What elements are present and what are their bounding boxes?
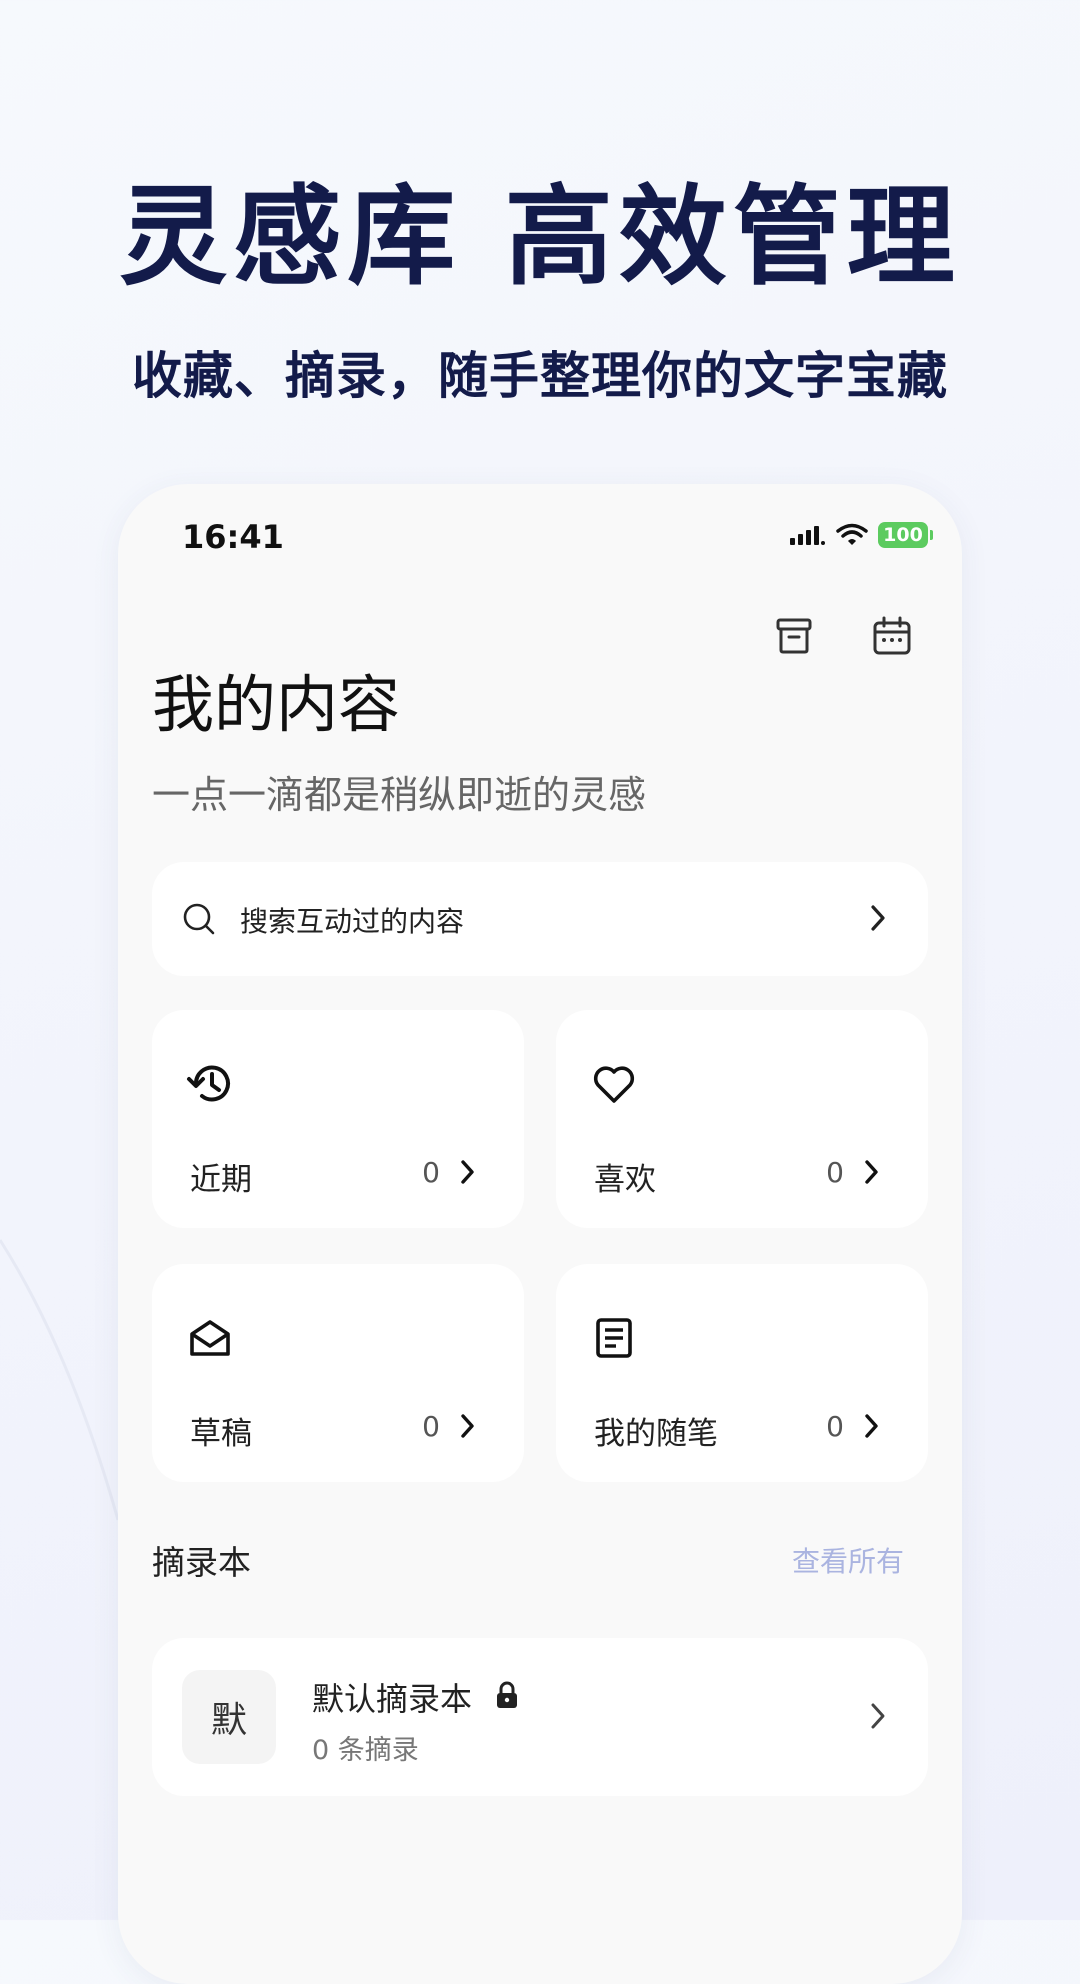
card-label: 我的随笔 xyxy=(594,1416,718,1452)
promo-subheadline: 收藏、摘录，随手整理你的文字宝藏 xyxy=(132,346,948,405)
page-subtitle: 一点一滴都是稍纵即逝的灵感 xyxy=(152,773,647,817)
card-count: 0 xyxy=(826,1410,844,1443)
archive-icon[interactable] xyxy=(772,614,816,658)
notebook-item[interactable]: 默 默认摘录本 0 条摘录 xyxy=(152,1638,928,1796)
chevron-right-icon xyxy=(865,1160,878,1184)
wifi-icon xyxy=(836,523,868,545)
excerpts-section-title: 摘录本 xyxy=(152,1543,251,1582)
card-label: 喜欢 xyxy=(594,1162,656,1198)
calendar-icon[interactable] xyxy=(870,614,914,658)
note-icon xyxy=(596,1318,632,1358)
card-label: 草稿 xyxy=(190,1416,252,1452)
card-favorites[interactable]: 喜欢 0 xyxy=(556,1010,928,1228)
search-icon xyxy=(183,903,215,935)
chevron-right-icon xyxy=(461,1414,474,1438)
card-drafts[interactable]: 草稿 0 xyxy=(152,1264,524,1482)
card-recent[interactable]: 近期 0 xyxy=(152,1010,524,1228)
notebook-thumbnail: 默 xyxy=(182,1670,276,1764)
card-count: 0 xyxy=(422,1410,440,1443)
page-title: 我的内容 xyxy=(152,668,401,741)
battery-indicator: 100 xyxy=(878,522,933,548)
history-icon xyxy=(187,1065,230,1102)
heart-icon xyxy=(593,1066,635,1103)
notebook-count: 0 条摘录 xyxy=(312,1735,419,1766)
status-time: 16:41 xyxy=(182,518,284,556)
lock-icon xyxy=(497,1681,517,1708)
search-placeholder: 搜索互动过的内容 xyxy=(240,905,465,938)
promo-headline: 灵感库 高效管理 xyxy=(119,174,961,300)
notebook-name: 默认摘录本 xyxy=(312,1680,473,1718)
card-count: 0 xyxy=(422,1156,440,1189)
chevron-right-icon xyxy=(865,1414,878,1438)
view-all-link[interactable]: 查看所有 xyxy=(792,1540,904,1580)
chevron-right-icon xyxy=(871,905,885,931)
signal-icon xyxy=(790,526,825,545)
search-bar[interactable]: 搜索互动过的内容 xyxy=(152,862,928,976)
status-bar: 16:41 100 xyxy=(118,484,962,594)
card-notes[interactable]: 我的随笔 0 xyxy=(556,1264,928,1482)
phone-screen: 16:41 100 我的内容 一点一滴都是稍纵即逝的灵感 搜索互动过的内容 近期… xyxy=(118,484,962,1984)
card-count: 0 xyxy=(826,1156,844,1189)
draft-envelope-icon xyxy=(190,1320,230,1356)
chevron-right-icon xyxy=(871,1703,885,1729)
card-label: 近期 xyxy=(190,1162,252,1198)
chevron-right-icon xyxy=(461,1160,474,1184)
status-icons: 100 xyxy=(790,522,933,548)
